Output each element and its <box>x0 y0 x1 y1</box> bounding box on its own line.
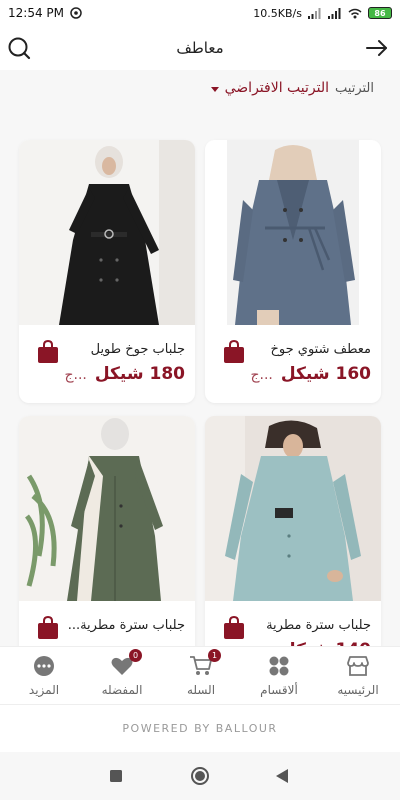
cart-badge: 1 <box>208 649 221 662</box>
store-icon <box>347 656 369 676</box>
nav-home[interactable]: الرئيسيه <box>318 647 398 705</box>
product-card[interactable]: معطف شتوي جوخ 160 شيكل ...ج <box>205 140 381 403</box>
sort-value[interactable]: الترتيب الافتراضي <box>225 80 329 96</box>
product-card[interactable]: جلباب سترة مطرية... <box>19 416 195 679</box>
nav-categories[interactable]: ألاقسام <box>239 647 319 705</box>
product-name: معطف شتوي جوخ <box>270 342 371 357</box>
favorites-badge: 0 <box>129 649 142 662</box>
top-bar: معاطف <box>0 26 400 70</box>
status-bar: 12:54 PM 10.5KB/s 86 <box>0 0 400 26</box>
product-name: جلباب سترة مطرية... <box>67 618 185 633</box>
page-title: معاطف <box>176 39 224 57</box>
product-price: 180 شيكل <box>94 364 185 384</box>
home-circle-icon[interactable] <box>190 766 210 786</box>
nav-favorites-label: المفضله <box>101 683 143 697</box>
more-icon <box>34 656 54 676</box>
sync-icon <box>70 7 82 19</box>
recents-icon[interactable] <box>110 770 122 782</box>
product-image[interactable] <box>19 140 195 325</box>
product-card[interactable]: جلباب جوخ طويل 180 شيكل ...ج <box>19 140 195 403</box>
battery-icon: 86 <box>368 7 392 19</box>
nav-home-label: الرئيسيه <box>337 683 379 697</box>
product-price: 160 شيكل <box>280 364 371 384</box>
nav-more[interactable]: المزيد <box>4 647 84 705</box>
arrow-right-icon[interactable] <box>364 35 390 61</box>
product-card[interactable]: جلباب سترة مطرية 140 شيكل <box>205 416 381 679</box>
system-nav-bar <box>0 752 400 800</box>
grid-icon <box>269 656 289 676</box>
product-name: جلباب سترة مطرية <box>266 618 371 633</box>
nav-cart[interactable]: 1 السله <box>161 647 241 705</box>
powered-by-text: POWERED BY BALLOUR <box>122 722 278 735</box>
product-old-price: ...ج <box>64 367 87 383</box>
status-time: 12:54 PM <box>8 6 64 20</box>
search-icon[interactable] <box>6 35 32 61</box>
signal-icon <box>308 7 321 19</box>
nav-categories-label: ألاقسام <box>260 683 298 697</box>
chevron-down-icon[interactable] <box>210 86 219 92</box>
signal-icon-2 <box>328 7 341 19</box>
sort-label: الترتيب <box>335 80 374 96</box>
powered-by-footer: POWERED BY BALLOUR <box>0 704 400 752</box>
product-image[interactable] <box>19 416 195 601</box>
wifi-icon <box>348 8 362 18</box>
nav-cart-label: السله <box>186 683 216 697</box>
sort-control[interactable]: الترتيب الترتيب الافتراضي <box>210 80 374 96</box>
product-image[interactable] <box>205 416 381 601</box>
product-old-price: ...ج <box>250 367 273 383</box>
bottom-nav: الرئيسيه ألاقسام 1 السله 0 المفضله المزي… <box>0 646 400 704</box>
nav-favorites[interactable]: 0 المفضله <box>82 647 162 705</box>
net-speed: 10.5KB/s <box>253 6 302 20</box>
back-triangle-icon[interactable] <box>276 769 288 783</box>
price-row: 160 شيكل ...ج <box>250 364 371 384</box>
nav-more-label: المزيد <box>28 683 60 697</box>
price-row: 180 شيكل ...ج <box>64 364 185 384</box>
product-name: جلباب جوخ طويل <box>90 342 185 357</box>
product-image[interactable] <box>205 140 381 325</box>
